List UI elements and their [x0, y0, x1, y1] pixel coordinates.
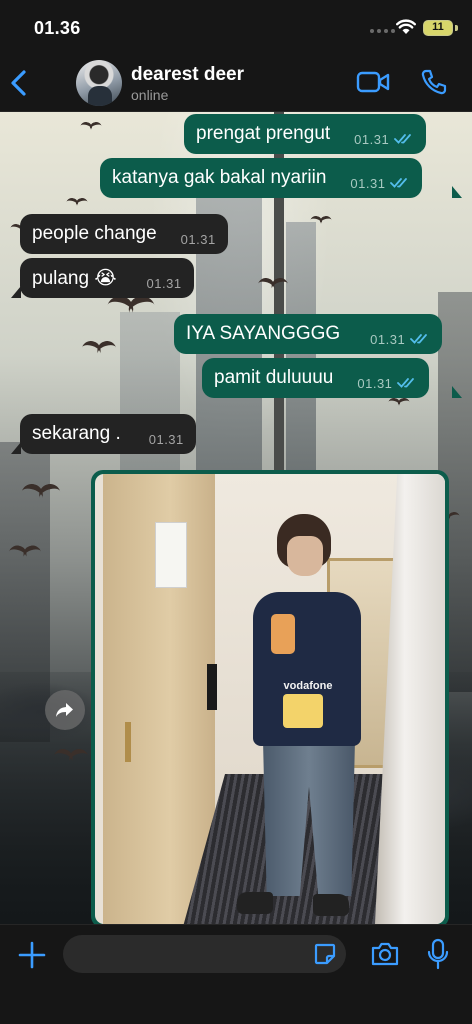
message-time: 01.31: [370, 331, 406, 347]
forward-icon: [56, 703, 73, 717]
message-text: katanya gak bakal nyariin: [112, 167, 327, 188]
message-time: 01.31: [180, 231, 216, 247]
photo-person-shoe: [237, 892, 273, 914]
message-text: prengat prengut: [196, 123, 331, 144]
message-text: pulang 😭: [32, 267, 117, 289]
message-text: pamit duluuuu: [214, 367, 334, 388]
contact-name[interactable]: dearest deer: [131, 64, 244, 86]
wallpaper-bird: [53, 749, 88, 765]
read-receipt-icon: [390, 178, 408, 188]
chat-header: dearest deer online: [0, 56, 472, 112]
message-text: people change: [32, 223, 157, 244]
camera-icon[interactable]: [370, 941, 400, 967]
contact-status: online: [131, 87, 169, 103]
bubble-tail: [452, 186, 462, 198]
read-receipt-icon: [397, 378, 415, 388]
incoming-message[interactable]: sekarang . 01.31: [20, 414, 196, 454]
wallpaper-bird: [258, 278, 289, 292]
photo-shirt-logo: vodafone: [283, 680, 333, 692]
voice-call-icon[interactable]: [420, 68, 448, 96]
message-time: 01.31: [148, 431, 184, 447]
status-bar: 01.36 11: [0, 0, 472, 56]
battery-icon: 11: [423, 20, 453, 36]
battery-level: 11: [432, 21, 444, 33]
photo-person-shoe: [313, 894, 349, 916]
read-receipt-icon: [394, 134, 412, 144]
avatar[interactable]: [76, 60, 122, 106]
sticker-icon[interactable]: [313, 942, 337, 966]
outgoing-message[interactable]: pamit duluuuu 01.31: [202, 358, 430, 398]
back-icon[interactable]: [8, 68, 30, 98]
wallpaper-bird: [310, 216, 332, 226]
wallpaper-bird: [81, 341, 116, 357]
outgoing-message[interactable]: IYA SAYANGGGG 01.31: [174, 314, 443, 354]
plus-icon[interactable]: [18, 941, 46, 969]
incoming-message[interactable]: people change 01.31: [20, 214, 228, 254]
photo-person-bag: [283, 694, 323, 728]
status-time: 01.36: [34, 18, 81, 38]
outgoing-message[interactable]: prengat prengut 01.31: [184, 114, 427, 154]
wallpaper-bird: [107, 296, 155, 318]
forward-button[interactable]: [45, 690, 85, 730]
wallpaper-bird: [388, 398, 410, 408]
photo-person-face: [287, 536, 323, 576]
incoming-message[interactable]: pulang 😭 01.31: [20, 258, 194, 298]
wallpaper-bird: [9, 546, 42, 561]
photo-door-sign: [155, 522, 187, 588]
mic-icon[interactable]: [427, 938, 449, 970]
video-call-icon[interactable]: [356, 70, 390, 94]
chat-area[interactable]: prengat prengut 01.31 katanya gak bakal …: [0, 112, 472, 924]
wallpaper-bird: [80, 122, 102, 132]
photo-door-hinge: [125, 722, 131, 762]
photo-door-handle: [207, 664, 217, 710]
message-time: 01.31: [354, 131, 390, 147]
battery-tip: [455, 25, 458, 31]
message-time: 01.31: [357, 375, 393, 391]
message-input[interactable]: [63, 935, 346, 973]
message-text: sekarang .: [32, 423, 121, 444]
input-bar: [0, 924, 472, 1024]
cellular-signal-icon: [370, 29, 395, 33]
message-text: IYA SAYANGGGG: [186, 323, 341, 344]
wallpaper-bird: [21, 484, 61, 502]
wifi-icon: [396, 19, 416, 34]
wallpaper-bird: [66, 198, 88, 208]
message-time: 01.31: [146, 275, 182, 291]
photo-person-phone: [271, 614, 295, 654]
message-time: 01.31: [350, 175, 386, 191]
mirror-selfie-photo[interactable]: vodafone: [95, 474, 445, 924]
photo-message[interactable]: vodafone: [91, 470, 449, 924]
read-receipt-icon: [410, 334, 428, 344]
outgoing-message[interactable]: katanya gak bakal nyariin 01.31: [100, 158, 423, 198]
